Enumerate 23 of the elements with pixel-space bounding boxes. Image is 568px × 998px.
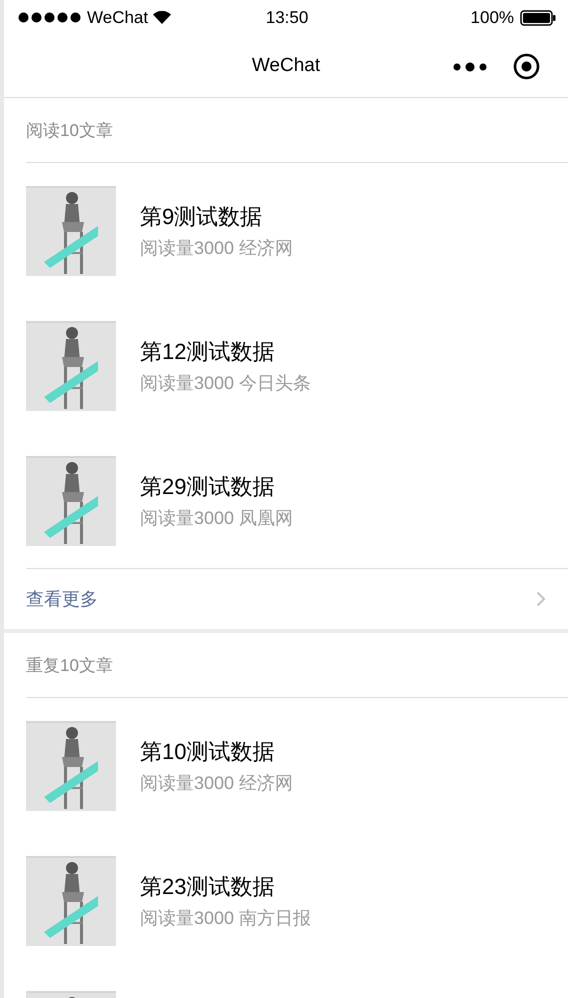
- close-target-icon[interactable]: [513, 53, 540, 80]
- view-more-link[interactable]: 查看更多: [26, 587, 98, 611]
- more-icon[interactable]: [453, 62, 487, 72]
- article-title[interactable]: 第29测试数据: [140, 472, 294, 502]
- article-meta: 阅读量3000 南方日报: [140, 907, 312, 930]
- signal-icon: [18, 12, 82, 23]
- chevron-right-icon: [536, 591, 546, 607]
- section-header: 重复10文章: [26, 654, 113, 676]
- article-meta: 阅读量3000 经济网: [140, 237, 294, 260]
- article-title[interactable]: 第23测试数据: [140, 872, 312, 902]
- clock-time: 13:50: [266, 8, 308, 28]
- carrier-name: WeChat: [87, 8, 148, 28]
- article-meta: 阅读量3000 凤凰网: [140, 507, 294, 530]
- battery-percent: 100%: [470, 8, 514, 28]
- article-meta: 阅读量3000 经济网: [140, 772, 294, 795]
- section-header: 阅读10文章: [26, 120, 113, 142]
- article-title[interactable]: 第9测试数据: [140, 202, 294, 232]
- wifi-icon: [153, 11, 172, 24]
- battery-icon: [520, 10, 556, 26]
- article-title[interactable]: 第12测试数据: [140, 337, 312, 367]
- page-title: WeChat: [252, 55, 320, 77]
- article-title[interactable]: 第10测试数据: [140, 737, 294, 767]
- article-meta: 阅读量3000 今日头条: [140, 372, 312, 395]
